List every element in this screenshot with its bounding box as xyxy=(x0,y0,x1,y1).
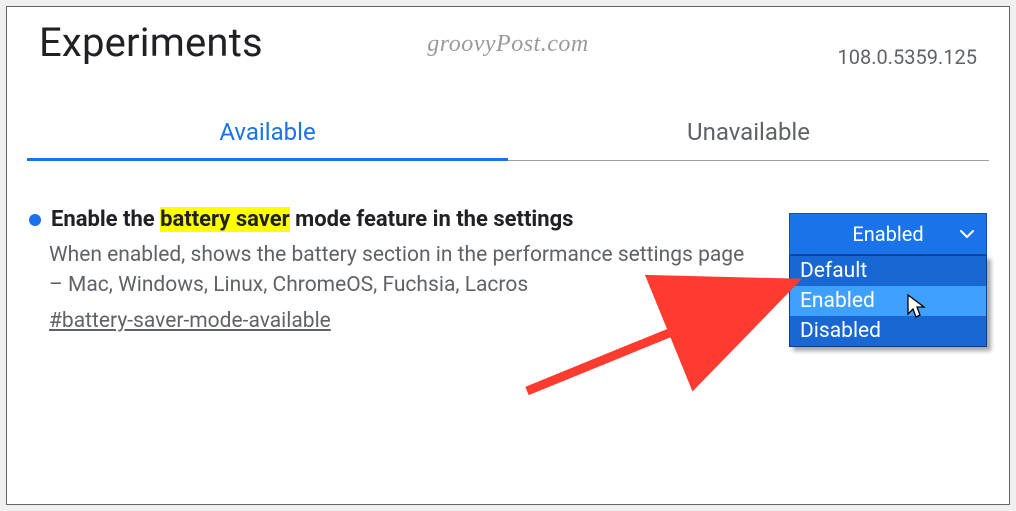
tab-unavailable[interactable]: Unavailable xyxy=(508,104,989,160)
experiments-window: Experiments groovyPost.com 108.0.5359.12… xyxy=(6,6,1010,505)
page-title: Experiments xyxy=(39,19,263,66)
option-disabled[interactable]: Disabled xyxy=(790,316,986,346)
tab-available-label: Available xyxy=(219,118,315,146)
flag-select-current: Enabled xyxy=(852,222,923,246)
flag-title-post: mode feature in the settings xyxy=(290,207,574,232)
option-default[interactable]: Default xyxy=(790,256,986,286)
flag-title-highlight: battery saver xyxy=(160,207,290,232)
chevron-down-icon xyxy=(960,229,974,239)
flag-hash-link[interactable]: #battery-saver-mode-available xyxy=(49,309,331,333)
flag-title-pre: Enable the xyxy=(51,207,160,232)
flag-select-wrap: Enabled Default Enabled Disabled xyxy=(789,213,987,255)
header: Experiments groovyPost.com 108.0.5359.12… xyxy=(7,7,1009,66)
flag-select-dropdown: Default Enabled Disabled xyxy=(789,255,987,347)
content-area: Enable the battery saver mode feature in… xyxy=(7,161,1009,333)
watermark-text: groovyPost.com xyxy=(427,31,588,58)
tabs: Available Unavailable xyxy=(27,104,989,161)
flag-select-button[interactable]: Enabled xyxy=(789,213,987,255)
flag-description: When enabled, shows the battery section … xyxy=(49,240,749,301)
option-enabled[interactable]: Enabled xyxy=(790,286,986,316)
version-label: 108.0.5359.125 xyxy=(838,45,977,69)
flag-title: Enable the battery saver mode feature in… xyxy=(51,207,573,232)
tab-available[interactable]: Available xyxy=(27,104,508,160)
modified-indicator-icon xyxy=(29,214,41,226)
tab-unavailable-label: Unavailable xyxy=(687,118,810,146)
